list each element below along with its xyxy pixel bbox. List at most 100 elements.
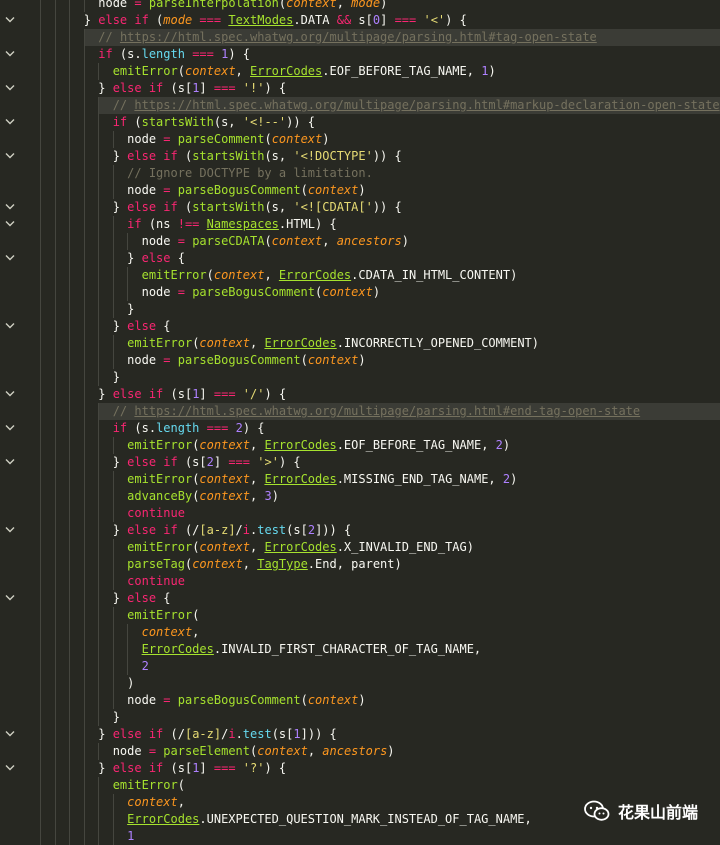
code-line[interactable]: node = parseCDATA(context, ancestors) xyxy=(0,233,720,250)
code-text: } else if (s[2] === '>') { xyxy=(26,454,720,471)
token-pl: , xyxy=(336,0,352,10)
gutter xyxy=(0,216,22,233)
token-fn: parseBogusComment xyxy=(192,285,316,299)
fold-chevron-icon[interactable] xyxy=(5,50,15,58)
fold-chevron-icon[interactable] xyxy=(5,322,15,330)
token-pl: ) xyxy=(372,285,381,299)
fold-chevron-icon[interactable] xyxy=(5,152,15,160)
code-line[interactable]: // https://html.spec.whatwg.org/multipag… xyxy=(0,403,720,420)
token-pl: .MISSING_END_TAG_NAME, xyxy=(336,472,503,486)
code-line[interactable]: 2 xyxy=(0,658,720,675)
code-line[interactable]: parseTag(context, TagType.End, parent) xyxy=(0,556,720,573)
code-line[interactable]: } xyxy=(0,369,720,386)
fold-chevron-icon[interactable] xyxy=(5,730,15,738)
code-line[interactable]: 1 xyxy=(0,828,720,845)
code-line[interactable]: emitError(context, ErrorCodes.INCORRECTL… xyxy=(0,335,720,352)
token-pl: (s[ xyxy=(286,523,308,537)
fold-chevron-icon[interactable] xyxy=(5,118,15,126)
token-str: '>' xyxy=(257,455,279,469)
fold-chevron-icon[interactable] xyxy=(5,764,15,772)
token-num: 2 xyxy=(495,438,503,452)
fold-chevron-icon[interactable] xyxy=(5,458,15,466)
token-pl: ) xyxy=(127,676,135,690)
token-pl: ])) { xyxy=(300,727,337,741)
code-line[interactable]: ErrorCodes.INVALID_FIRST_CHARACTER_OF_TA… xyxy=(0,641,720,658)
code-line[interactable]: node = parseComment(context) xyxy=(0,131,720,148)
gutter xyxy=(0,828,22,845)
token-cls: ErrorCodes xyxy=(250,64,323,78)
code-line[interactable]: } else { xyxy=(0,250,720,267)
fold-chevron-icon[interactable] xyxy=(5,424,15,432)
code-line[interactable]: emitError(context, ErrorCodes.X_INVALID_… xyxy=(0,539,720,556)
token-op: === xyxy=(206,421,229,435)
code-line[interactable]: } else if (startsWith(s, '<!DOCTYPE')) { xyxy=(0,148,720,165)
fold-chevron-icon[interactable] xyxy=(5,220,15,228)
code-line[interactable]: } else if (/[a-z]/i.test(s[2])) { xyxy=(0,522,720,539)
token-op: = xyxy=(163,183,171,197)
code-line[interactable]: } else if (s[1] === '/') { xyxy=(0,386,720,403)
fold-chevron-icon[interactable] xyxy=(5,526,15,534)
code-line[interactable]: emitError(context, ErrorCodes.EOF_BEFORE… xyxy=(0,63,720,80)
code-line[interactable]: advanceBy(context, 3) xyxy=(0,488,720,505)
code-line[interactable]: emitError(context, ErrorCodes.CDATA_IN_H… xyxy=(0,267,720,284)
token-cmt: // xyxy=(112,98,135,112)
fold-chevron-icon[interactable] xyxy=(5,254,15,262)
code-line[interactable]: } else if (startsWith(s, '<![CDATA[')) { xyxy=(0,199,720,216)
fold-chevron-icon[interactable] xyxy=(5,390,15,398)
token-cls: ErrorCodes xyxy=(127,812,200,826)
code-line[interactable]: } xyxy=(0,301,720,318)
fold-chevron-icon[interactable] xyxy=(5,84,15,92)
code-line[interactable]: // https://html.spec.whatwg.org/multipag… xyxy=(0,97,720,114)
gutter xyxy=(0,505,22,522)
fold-chevron-icon[interactable] xyxy=(5,203,15,211)
token-pl: node xyxy=(141,234,178,248)
code-line[interactable]: } else if (/[a-z]/i.test(s[1])) { xyxy=(0,726,720,743)
code-editor[interactable]: node = parseInterpolation(context, mode)… xyxy=(0,0,720,845)
code-line[interactable]: } else if (s[2] === '>') { xyxy=(0,454,720,471)
code-line[interactable]: node = parseBogusComment(context) xyxy=(0,352,720,369)
code-line[interactable]: context, xyxy=(0,624,720,641)
code-line[interactable]: } else if (mode === TextModes.DATA && s[… xyxy=(0,12,720,29)
code-line[interactable]: if (ns !== Namespaces.HTML) { xyxy=(0,216,720,233)
code-text: emitError(context, ErrorCodes.EOF_BEFORE… xyxy=(26,437,720,454)
gutter xyxy=(0,420,22,437)
token-kw: if xyxy=(112,115,128,129)
code-line[interactable]: emitError(context, ErrorCodes.MISSING_EN… xyxy=(0,471,720,488)
code-line[interactable]: continue xyxy=(0,505,720,522)
code-line[interactable]: node = parseInterpolation(context, mode) xyxy=(0,0,720,12)
code-line[interactable]: if (s.length === 1) { xyxy=(0,46,720,63)
code-text: node = parseInterpolation(context, mode) xyxy=(26,0,720,12)
code-line[interactable]: } else if (s[1] === '!') { xyxy=(0,80,720,97)
code-line[interactable]: // Ignore DOCTYPE by a limitation. xyxy=(0,165,720,182)
code-line[interactable]: if (s.length === 2) { xyxy=(0,420,720,437)
token-pl: } xyxy=(127,251,142,265)
code-line[interactable]: node = parseBogusComment(context) xyxy=(0,284,720,301)
code-line[interactable]: continue xyxy=(0,573,720,590)
code-line[interactable]: } else { xyxy=(0,590,720,607)
code-line[interactable]: } else { xyxy=(0,318,720,335)
code-line[interactable]: emitError( xyxy=(0,607,720,624)
code-line[interactable]: ) xyxy=(0,675,720,692)
token-pl: .CDATA_IN_HTML_CONTENT) xyxy=(351,268,518,282)
code-line[interactable]: if (startsWith(s, '<!--')) { xyxy=(0,114,720,131)
fold-chevron-icon[interactable] xyxy=(5,594,15,602)
code-line[interactable]: } xyxy=(0,709,720,726)
code-line[interactable]: } else if (s[1] === '?') { xyxy=(0,760,720,777)
fold-chevron-icon[interactable] xyxy=(5,16,15,24)
token-fn: startsWith xyxy=(141,115,214,129)
code-line[interactable]: node = parseBogusComment(context) xyxy=(0,692,720,709)
token-url: https://html.spec.whatwg.org/multipage/p… xyxy=(134,404,641,418)
code-line[interactable]: emitError( xyxy=(0,777,720,794)
code-line[interactable]: node = parseBogusComment(context) xyxy=(0,182,720,199)
gutter xyxy=(0,454,22,471)
code-line[interactable]: // https://html.spec.whatwg.org/multipag… xyxy=(0,29,720,46)
code-line[interactable]: emitError(context, ErrorCodes.EOF_BEFORE… xyxy=(0,437,720,454)
code-line[interactable]: node = parseElement(context, ancestors) xyxy=(0,743,720,760)
